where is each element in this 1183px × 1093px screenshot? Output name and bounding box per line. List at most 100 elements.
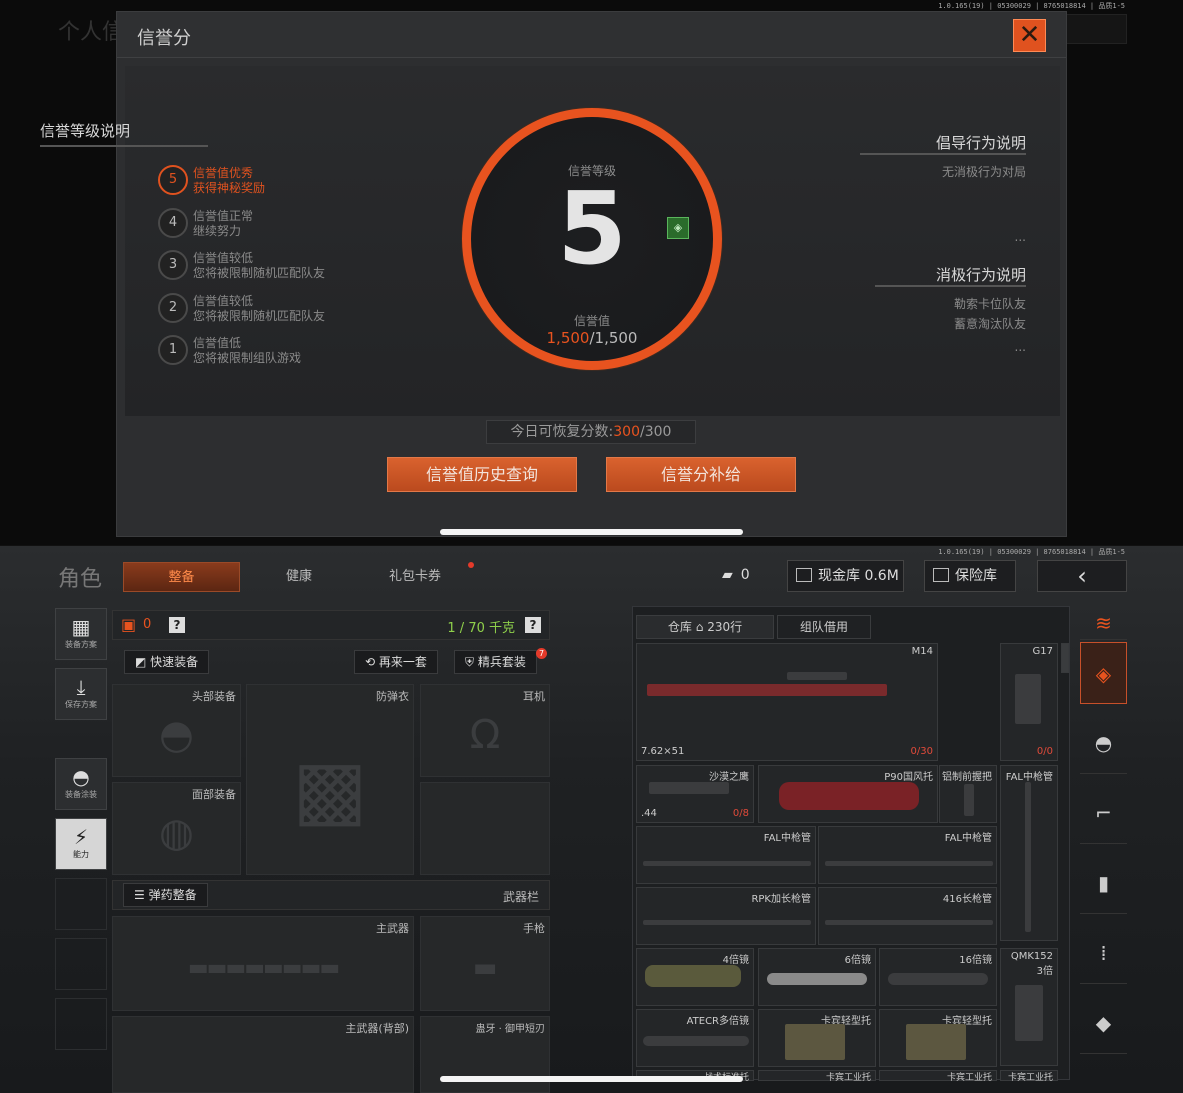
shirt-icon: ◩ [135, 655, 151, 669]
item-fal-barrel-tall[interactable]: FAL中枪管 [1000, 765, 1058, 941]
level-number: 4 [158, 208, 188, 238]
slot-label: 面部装备 [192, 788, 236, 801]
item-label: FAL中枪管 [1005, 772, 1053, 783]
pistol-icon [649, 782, 729, 794]
warehouse-count: 230行 [707, 620, 743, 634]
again-button[interactable]: ⟲ 再来一套 [354, 650, 438, 674]
quick-equip-button[interactable]: ◩ 快速装备 [124, 650, 210, 674]
item-label: QMK152 [1010, 951, 1053, 962]
levels-title: 信誉等级说明 [40, 120, 208, 147]
ammo-button[interactable]: ☰ 弹药整备 [123, 883, 208, 907]
slot-head[interactable]: 头部装备 ◓ [112, 684, 241, 777]
item-grip[interactable]: 铝制前握把 [939, 765, 997, 823]
slot-face[interactable]: 面部装备 ◍ [112, 782, 241, 875]
item-g17[interactable]: G17 0/0 [1000, 643, 1058, 761]
tab-warehouse[interactable]: 仓库 ⌂ 230行 [636, 615, 774, 639]
refill-button[interactable]: 信誉分补给 [606, 457, 796, 492]
item-partial[interactable]: 卡宾工业托 [1000, 1070, 1058, 1083]
slot-vest[interactable]: 防弹衣 ▩ [246, 684, 414, 875]
slot-main-back[interactable]: 主武器(背部) [112, 1016, 414, 1093]
item-label: 沙漠之鹰 [709, 772, 749, 783]
slot-pistol[interactable]: 手枪 ▬ [420, 916, 550, 1011]
item-atecr-scope[interactable]: ATECR多倍镜 [636, 1009, 754, 1067]
cash-label: 现金库 0.6M [818, 568, 899, 584]
item-scope-6x[interactable]: 6倍镜 [758, 948, 876, 1006]
tab-health[interactable]: 健康 [250, 562, 348, 592]
close-icon[interactable]: ✕ [1013, 19, 1046, 52]
download-icon: ⤓ [76, 675, 86, 699]
item-scope-4x[interactable]: 4倍镜 [636, 948, 754, 1006]
scope-icon [1015, 985, 1043, 1041]
filter-medkit-icon[interactable]: ◆ [1080, 992, 1127, 1054]
modal-title: 信誉分 [137, 28, 191, 49]
divider [860, 153, 1026, 155]
item-ammo: 7.62×51 [641, 746, 685, 757]
side-label: 装备涂装 [65, 790, 97, 799]
item-416-barrel[interactable]: 416长枪管 [818, 887, 997, 945]
ticket-icon: ▰ [722, 567, 733, 583]
help-icon[interactable]: ? [169, 617, 185, 633]
ammo-bar: ☰ 弹药整备 武器栏 [112, 880, 550, 910]
item-stock[interactable]: 卡宾轻型托 [758, 1009, 876, 1067]
item-label: 16倍镜 [959, 955, 992, 966]
slot-main-weapon[interactable]: 主武器 ▬▬▬▬▬▬▬▬ [112, 916, 414, 1011]
side-skin[interactable]: ◓ 装备涂装 [55, 758, 107, 810]
armor-count: 0 [143, 617, 152, 632]
stock-icon [785, 1024, 845, 1060]
filter-gear-icon[interactable]: ◈ [1080, 642, 1127, 704]
ticket-chip[interactable]: ▰ 0 [722, 560, 770, 592]
item-label: RPK加长枪管 [751, 894, 811, 905]
ammo-label: 弹药整备 [148, 888, 197, 902]
scrollbar[interactable] [1061, 643, 1069, 673]
elite-badge: 7 [536, 648, 547, 659]
slot-label: 主武器 [376, 922, 409, 935]
back-button[interactable]: ‹ [1037, 560, 1127, 592]
item-partial[interactable]: 卡宾工业托 [758, 1070, 876, 1083]
filter-rifle-icon[interactable]: ⌐ [1080, 782, 1127, 844]
tab-equip[interactable]: 整备 [123, 562, 240, 592]
history-button[interactable]: 信誉值历史查询 [387, 457, 577, 492]
smg-icon [779, 782, 919, 810]
level-number: 1 [158, 335, 188, 365]
item-fal-barrel[interactable]: FAL中枪管 [636, 826, 816, 884]
tab-team-borrow[interactable]: 组队借用 [777, 615, 871, 639]
list-icon: ☰ [134, 888, 149, 902]
help-icon[interactable]: ? [525, 617, 541, 633]
side-equip-plan[interactable]: ▦ 装备方案 [55, 608, 107, 660]
item-fal-barrel[interactable]: FAL中枪管 [818, 826, 997, 884]
item-m14[interactable]: M14 7.62×51 0/30 [636, 643, 938, 761]
home-indicator [440, 529, 743, 535]
filter-ammo-icon[interactable]: ⁞ [1080, 922, 1127, 984]
tab-gift[interactable]: 礼包卡券 [360, 562, 470, 592]
filter-helmet-icon[interactable]: ◓ [1080, 712, 1127, 774]
side-empty [55, 878, 107, 930]
item-desert-eagle[interactable]: 沙漠之鹰 .44 0/8 [636, 765, 754, 823]
item-qmk152[interactable]: QMK152 3倍 [1000, 948, 1058, 1066]
item-sub-label: 3倍 [1036, 966, 1053, 977]
cash-vault-button[interactable]: 现金库 0.6M [787, 560, 904, 592]
slot-ear[interactable]: 耳机 Ω [420, 684, 550, 777]
item-scope-16x[interactable]: 16倍镜 [879, 948, 997, 1006]
side-ability[interactable]: ⚡ 能力 [55, 818, 107, 870]
barrel-icon [643, 861, 811, 866]
side-save-plan[interactable]: ⤓ 保存方案 [55, 668, 107, 720]
level-line2: 您将被限制随机匹配队友 [193, 309, 326, 323]
filter-all-icon[interactable]: ≋ [1080, 606, 1127, 640]
item-partial[interactable]: 卡宾工业托 [879, 1070, 997, 1083]
item-label: 铝制前握把 [942, 772, 992, 783]
quick-label: 快速装备 [150, 655, 199, 669]
scope-icon [888, 973, 988, 985]
item-stock[interactable]: 卡宾轻型托 [879, 1009, 997, 1067]
insurance-button[interactable]: 保险库 [924, 560, 1016, 592]
item-label: G17 [1032, 646, 1053, 657]
bottom-screen: 1.0.165(19) | 05300029 | 8765018814 | 品质… [0, 546, 1183, 1093]
again-label: 再来一套 [378, 655, 427, 669]
mask-icon: ◍ [159, 810, 194, 857]
item-rpk-barrel[interactable]: RPK加长枪管 [636, 887, 816, 945]
elite-button[interactable]: ⛨ 精兵套装 [454, 650, 537, 674]
scope-icon [645, 965, 741, 987]
filter-magazine-icon[interactable]: ▮ [1080, 852, 1127, 914]
armor-icon: ▣ [121, 615, 137, 634]
negative-more: ... [1014, 340, 1026, 354]
item-p90[interactable]: P90国风托 [758, 765, 938, 823]
